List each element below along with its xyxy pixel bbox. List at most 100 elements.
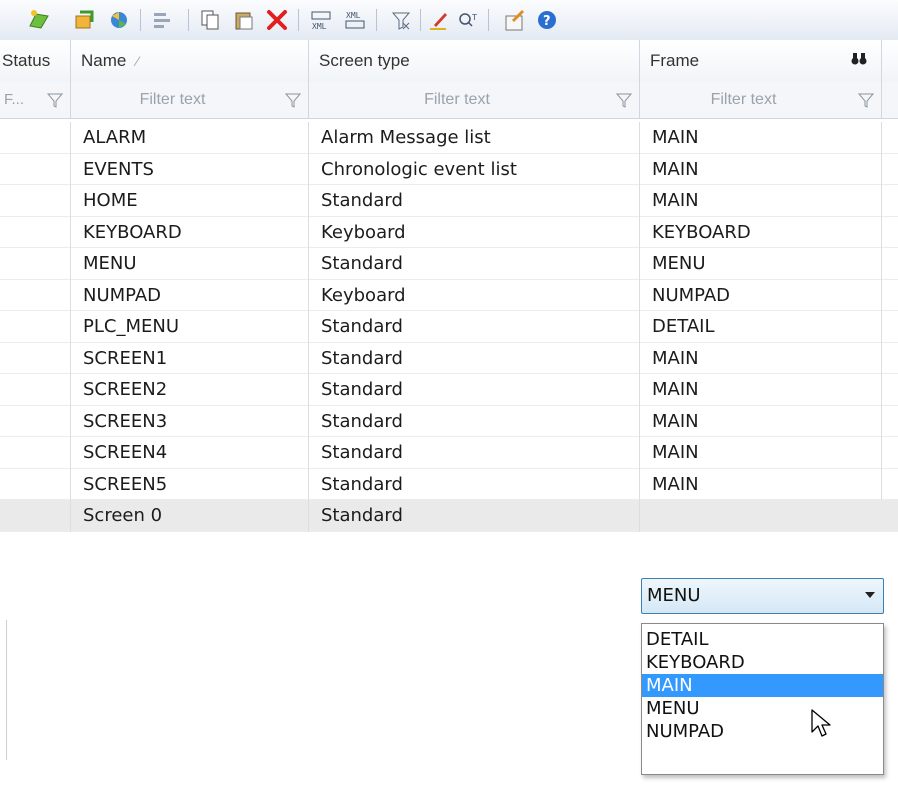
export-xml-icon[interactable]: XML bbox=[306, 6, 336, 34]
frame-cell[interactable]: MAIN bbox=[640, 437, 882, 469]
table-row[interactable]: KEYBOARD Keyboard KEYBOARD bbox=[0, 216, 898, 248]
column-header-frame[interactable]: Frame bbox=[640, 40, 882, 82]
frame-cell[interactable]: MENU bbox=[640, 248, 882, 280]
status-cell[interactable] bbox=[0, 122, 71, 154]
frame-cell[interactable]: MAIN bbox=[640, 342, 882, 374]
table-row[interactable]: HOME Standard MAIN bbox=[0, 185, 898, 217]
dropdown-option[interactable]: MAIN bbox=[642, 674, 883, 697]
name-cell[interactable]: SCREEN3 bbox=[71, 405, 309, 437]
table-row[interactable]: SCREEN1 Standard MAIN bbox=[0, 342, 898, 374]
chevron-down-icon[interactable] bbox=[865, 592, 875, 598]
status-cell[interactable] bbox=[0, 279, 71, 311]
new-screen-icon[interactable] bbox=[24, 6, 54, 34]
table-row[interactable]: MENU Standard MENU bbox=[0, 248, 898, 280]
add-screens-icon[interactable] bbox=[70, 6, 100, 34]
name-cell[interactable]: SCREEN1 bbox=[71, 342, 309, 374]
status-cell[interactable] bbox=[0, 437, 71, 469]
name-filter[interactable]: Filter text bbox=[71, 82, 309, 118]
frame-cell[interactable]: KEYBOARD bbox=[640, 216, 882, 248]
screen-type-cell[interactable]: Standard bbox=[309, 185, 640, 217]
frame-cell[interactable]: DETAIL bbox=[640, 311, 882, 343]
status-cell[interactable] bbox=[0, 311, 71, 343]
name-cell[interactable]: EVENTS bbox=[71, 153, 309, 185]
name-cell[interactable]: PLC_MENU bbox=[71, 311, 309, 343]
status-filter[interactable]: F... bbox=[0, 82, 71, 118]
dropdown-option[interactable]: NUMPAD bbox=[642, 720, 883, 743]
table-row[interactable]: PLC_MENU Standard DETAIL bbox=[0, 311, 898, 343]
status-cell[interactable] bbox=[0, 185, 71, 217]
funnel-icon[interactable] bbox=[615, 91, 633, 109]
status-cell[interactable] bbox=[0, 374, 71, 406]
clear-filter-icon[interactable] bbox=[386, 6, 416, 34]
edit-icon[interactable] bbox=[424, 6, 454, 34]
frame-cell[interactable]: MAIN bbox=[640, 153, 882, 185]
column-header-status[interactable]: Status bbox=[0, 40, 71, 82]
name-cell[interactable]: KEYBOARD bbox=[71, 216, 309, 248]
name-cell[interactable]: MENU bbox=[71, 248, 309, 280]
table-row[interactable]: SCREEN5 Standard MAIN bbox=[0, 468, 898, 500]
frame-cell[interactable]: MAIN bbox=[640, 374, 882, 406]
frame-cell[interactable]: MAIN bbox=[640, 122, 882, 154]
status-cell[interactable] bbox=[0, 500, 71, 532]
screen-type-cell[interactable]: Standard bbox=[309, 468, 640, 500]
screen-type-cell[interactable]: Standard bbox=[309, 374, 640, 406]
settings-icon[interactable] bbox=[500, 6, 530, 34]
frame-filter[interactable]: Filter text bbox=[640, 82, 882, 118]
table-row[interactable]: ALARM Alarm Message list MAIN bbox=[0, 122, 898, 154]
help-icon[interactable]: ? bbox=[532, 6, 562, 34]
funnel-icon[interactable] bbox=[857, 91, 875, 109]
name-cell[interactable]: ALARM bbox=[71, 122, 309, 154]
dropdown-option[interactable]: DETAIL bbox=[642, 628, 883, 651]
status-cell[interactable] bbox=[0, 468, 71, 500]
screen-type-filter[interactable]: Filter text bbox=[309, 82, 640, 118]
screen-type-cell[interactable]: Standard bbox=[309, 500, 640, 532]
table-row[interactable]: NUMPAD Keyboard NUMPAD bbox=[0, 279, 898, 311]
find-icon[interactable]: T bbox=[454, 6, 484, 34]
screen-type-cell[interactable]: Chronologic event list bbox=[309, 153, 640, 185]
status-cell[interactable] bbox=[0, 216, 71, 248]
frame-cell[interactable]: MAIN bbox=[640, 185, 882, 217]
table-row[interactable]: EVENTS Chronologic event list MAIN bbox=[0, 153, 898, 185]
screen-type-cell[interactable]: Standard bbox=[309, 437, 640, 469]
frame-combobox[interactable]: MENU bbox=[641, 578, 884, 614]
dropdown-option[interactable]: MENU bbox=[642, 697, 883, 720]
funnel-icon[interactable] bbox=[46, 91, 64, 109]
name-cell[interactable]: Screen 0 bbox=[71, 500, 309, 532]
properties-icon[interactable] bbox=[148, 6, 178, 34]
frame-cell[interactable]: MAIN bbox=[640, 468, 882, 500]
frame-combobox-value: MENU bbox=[647, 585, 701, 606]
name-cell[interactable]: HOME bbox=[71, 185, 309, 217]
refresh-icon[interactable] bbox=[104, 6, 134, 34]
status-cell[interactable] bbox=[0, 405, 71, 437]
screen-type-cell[interactable]: Standard bbox=[309, 342, 640, 374]
table-row[interactable]: SCREEN3 Standard MAIN bbox=[0, 405, 898, 437]
table-row[interactable]: SCREEN2 Standard MAIN bbox=[0, 374, 898, 406]
binoculars-icon[interactable] bbox=[851, 40, 867, 82]
screen-type-cell[interactable]: Alarm Message list bbox=[309, 122, 640, 154]
frame-cell[interactable]: NUMPAD bbox=[640, 279, 882, 311]
screen-type-cell[interactable]: Standard bbox=[309, 405, 640, 437]
name-cell[interactable]: SCREEN2 bbox=[71, 374, 309, 406]
frame-cell[interactable]: MAIN bbox=[640, 405, 882, 437]
paste-icon[interactable] bbox=[229, 6, 259, 34]
screen-type-cell[interactable]: Standard bbox=[309, 248, 640, 280]
table-row[interactable]: Screen 0StandardMENU bbox=[0, 500, 898, 532]
import-xml-icon[interactable]: XML bbox=[340, 6, 370, 34]
status-cell[interactable] bbox=[0, 342, 71, 374]
name-cell[interactable]: NUMPAD bbox=[71, 279, 309, 311]
screen-type-cell[interactable]: Keyboard bbox=[309, 216, 640, 248]
frame-filter-placeholder: Filter text bbox=[710, 91, 777, 108]
column-header-name[interactable]: Name ⁄ bbox=[71, 40, 309, 82]
copy-icon[interactable] bbox=[195, 6, 225, 34]
screen-type-cell[interactable]: Keyboard bbox=[309, 279, 640, 311]
status-cell[interactable] bbox=[0, 153, 71, 185]
dropdown-option[interactable]: KEYBOARD bbox=[642, 651, 883, 674]
delete-icon[interactable] bbox=[262, 6, 292, 34]
table-row[interactable]: SCREEN4 Standard MAIN bbox=[0, 437, 898, 469]
column-header-screen-type[interactable]: Screen type bbox=[309, 40, 640, 82]
name-cell[interactable]: SCREEN5 bbox=[71, 468, 309, 500]
status-cell[interactable] bbox=[0, 248, 71, 280]
screen-type-cell[interactable]: Standard bbox=[309, 311, 640, 343]
name-cell[interactable]: SCREEN4 bbox=[71, 437, 309, 469]
funnel-icon[interactable] bbox=[284, 91, 302, 109]
